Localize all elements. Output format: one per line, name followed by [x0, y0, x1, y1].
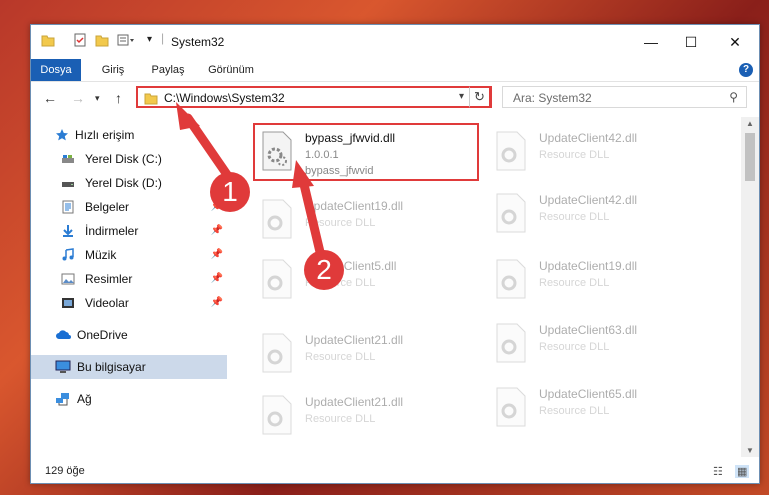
step-badge-1: 1	[210, 172, 250, 212]
arrow-to-dll-file	[297, 171, 325, 257]
step-badge-2: 2	[304, 250, 344, 290]
arrow-head	[292, 160, 314, 188]
arrow-head	[176, 102, 200, 130]
annotation-arrows	[176, 102, 325, 257]
